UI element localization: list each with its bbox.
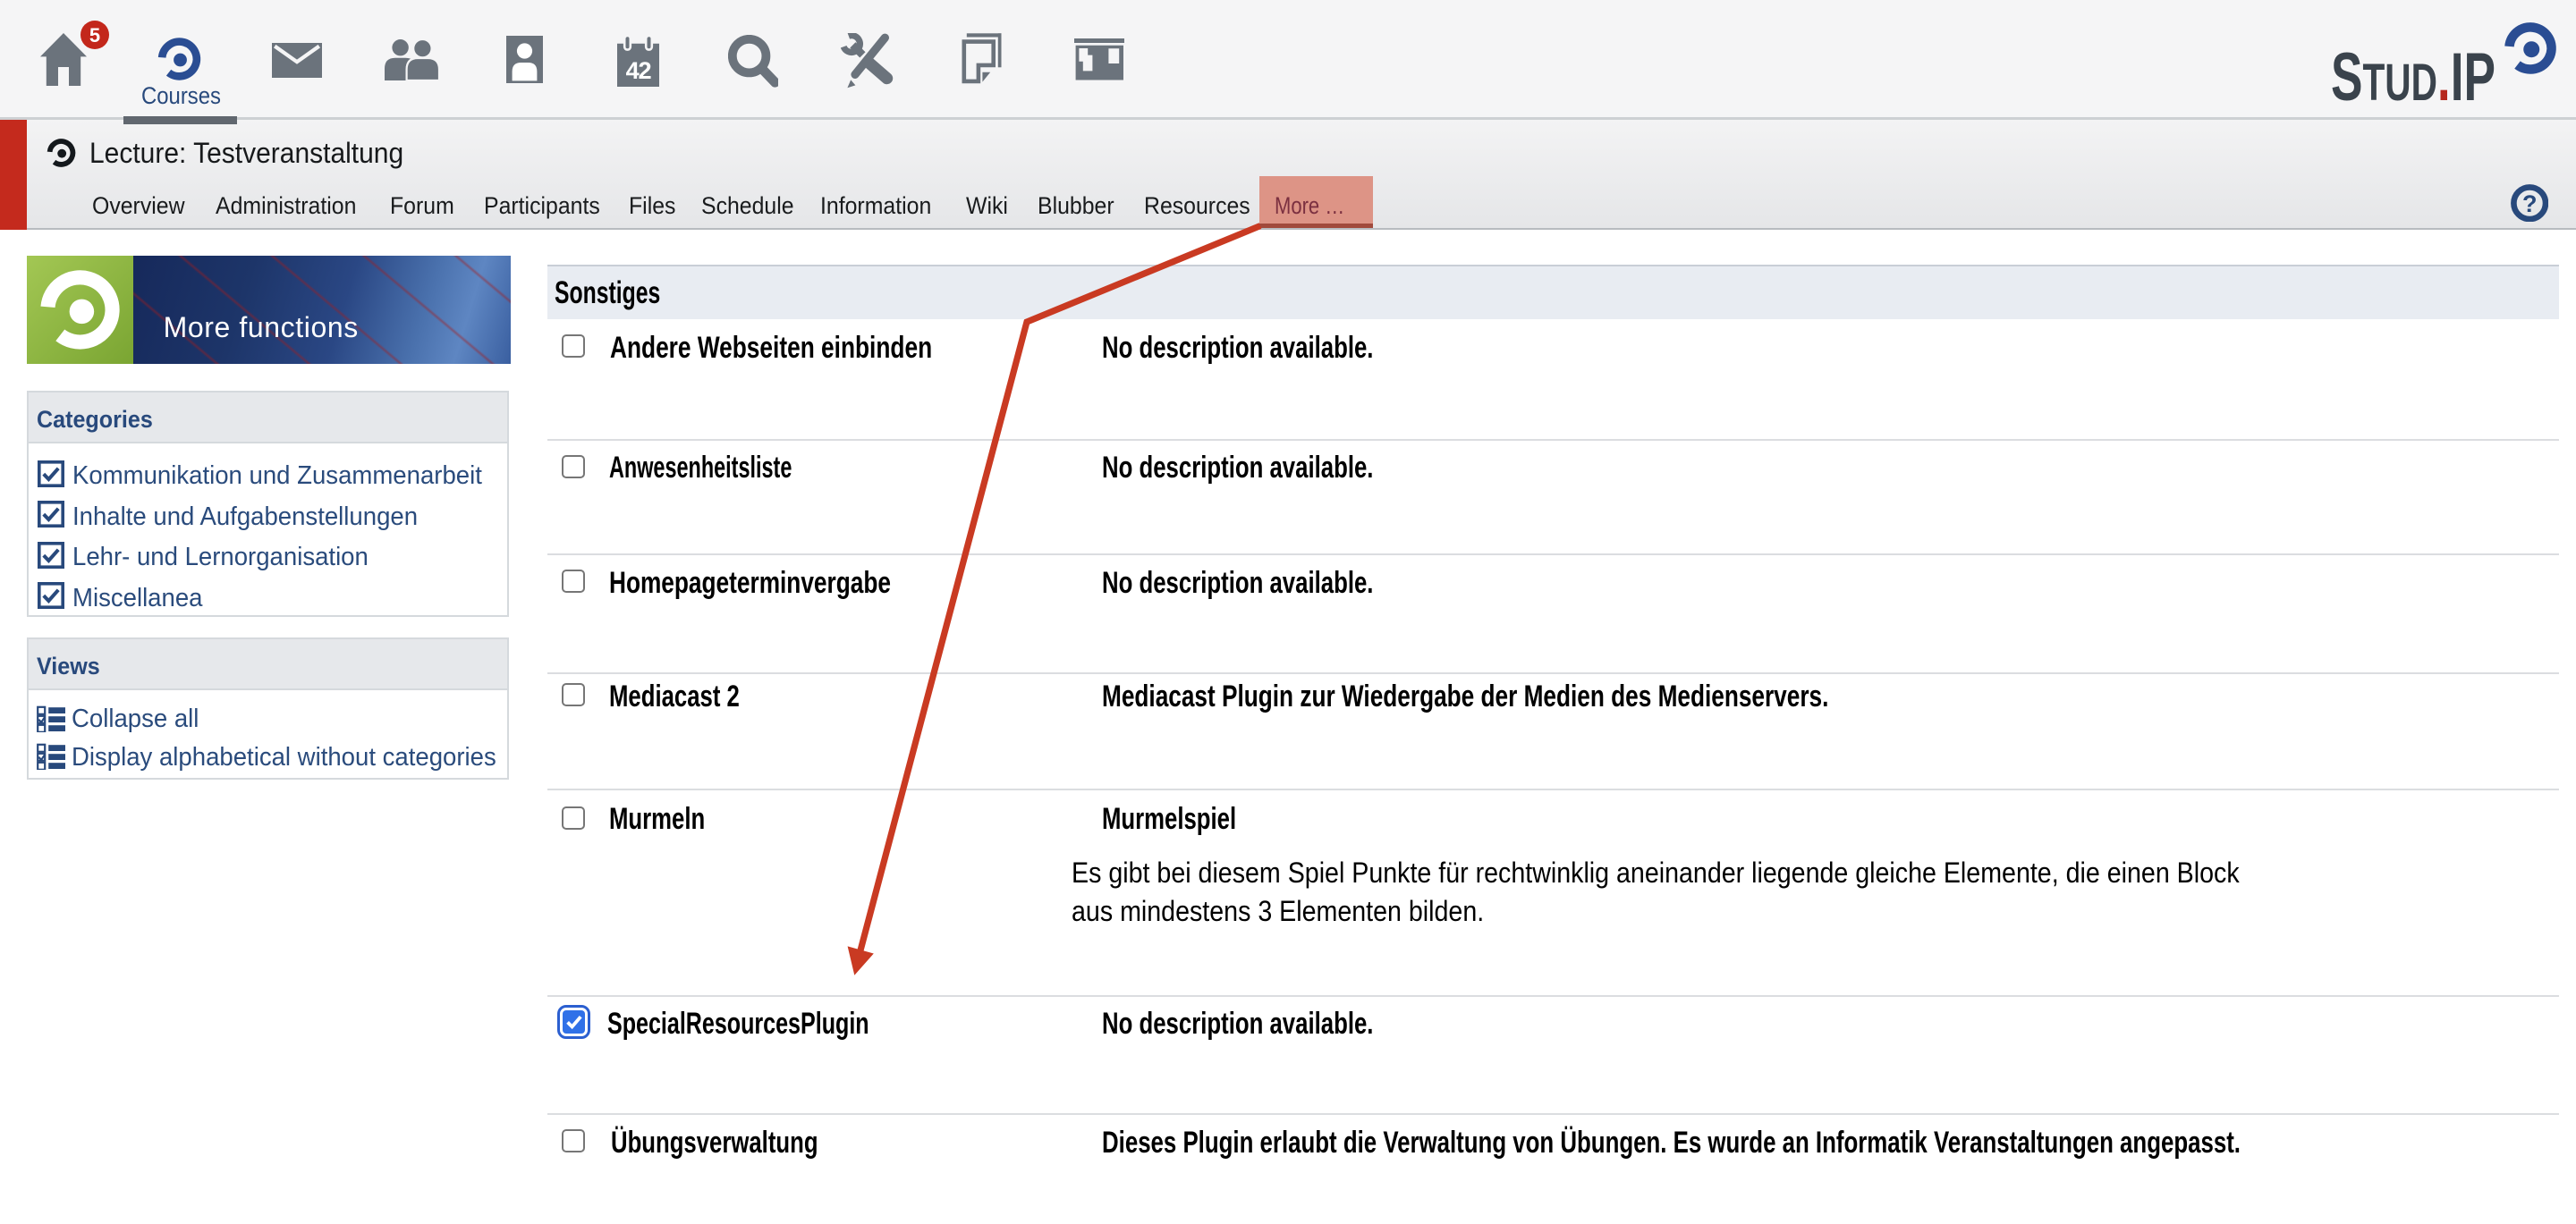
svg-text:42: 42 — [626, 56, 652, 84]
svg-text:?: ? — [2522, 190, 2537, 216]
